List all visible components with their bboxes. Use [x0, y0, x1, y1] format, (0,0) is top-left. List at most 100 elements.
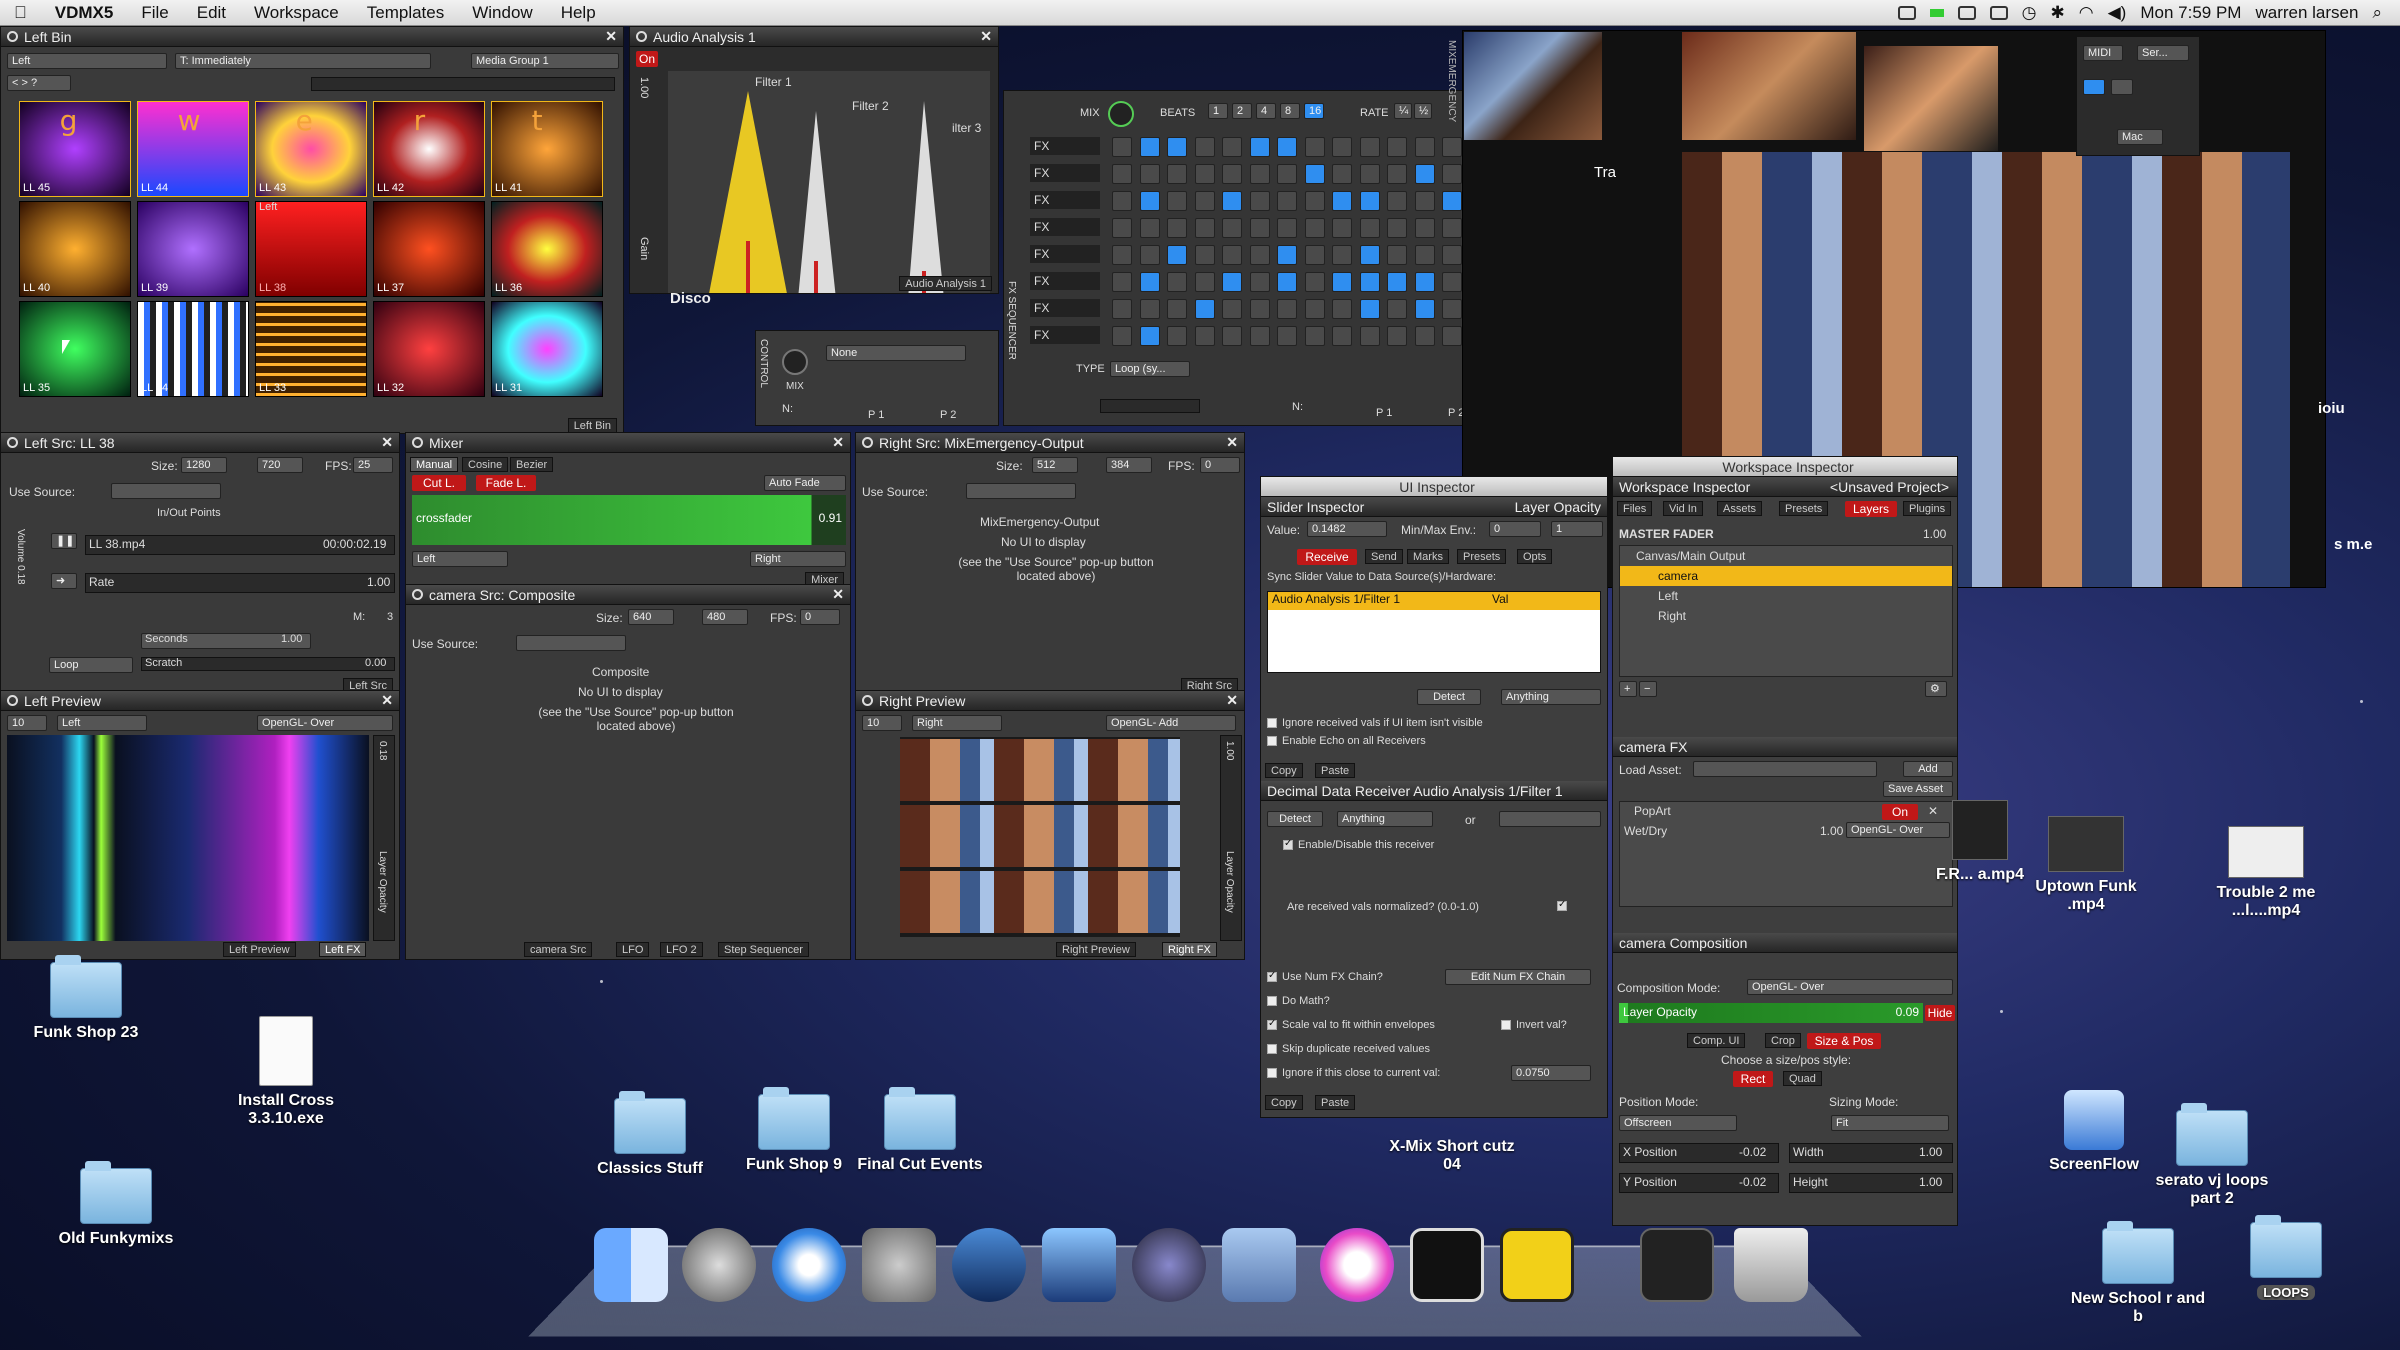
camera-src-fps-field[interactable]: 0 [800, 609, 840, 625]
ws-tab-assets[interactable]: Assets [1717, 501, 1763, 516]
sequencer-step[interactable] [1112, 245, 1132, 265]
tab-opts[interactable]: Opts [1517, 549, 1553, 564]
photo-booth-icon[interactable] [1132, 1228, 1206, 1302]
sequencer-step[interactable] [1249, 191, 1270, 211]
sequencer-step[interactable] [1304, 272, 1325, 292]
sequencer-step[interactable] [1414, 245, 1435, 265]
sequencer-step[interactable] [1332, 218, 1352, 238]
sequencer-step[interactable] [1387, 218, 1407, 238]
clip-thumbnail[interactable]: LL 33 [255, 301, 367, 397]
invert-checkbox[interactable] [1501, 1020, 1511, 1031]
close-threshold-field[interactable]: 0.0750 [1511, 1065, 1591, 1081]
ws-tab-layers[interactable]: Layers [1845, 501, 1897, 517]
tree-item-camera[interactable]: camera [1620, 566, 1952, 586]
tab-camera-src[interactable]: camera Src [524, 942, 593, 957]
sequencer-step[interactable] [1277, 164, 1297, 184]
rate-direction-button[interactable]: ➜ [51, 573, 77, 589]
crossfader-slider[interactable]: crossfader 0.91 [412, 495, 846, 545]
sequencer-step[interactable] [1222, 299, 1242, 319]
sequencer-step[interactable] [1304, 299, 1325, 319]
beats-button[interactable]: 8 [1280, 103, 1300, 119]
screen-icon[interactable] [1957, 5, 1976, 20]
tab-size-pos[interactable]: Size & Pos [1807, 1033, 1881, 1049]
add-asset-button[interactable]: Add [1903, 761, 1953, 777]
close-icon[interactable]: ✕ [381, 434, 393, 451]
fx-row-label[interactable]: FX [1030, 326, 1100, 344]
audio-on-button[interactable]: On [636, 51, 658, 67]
sequencer-step[interactable] [1304, 191, 1325, 211]
sequencer-step[interactable] [1139, 272, 1160, 292]
clip-thumbnail[interactable]: LL 37 [373, 201, 485, 297]
sequencer-step[interactable] [1277, 272, 1297, 292]
sequencer-step[interactable] [1112, 299, 1132, 319]
time-machine-icon[interactable]: ◷ [2022, 3, 2037, 23]
bluetooth-icon[interactable]: ✱ [2051, 3, 2065, 23]
tab-lfo[interactable]: LFO [616, 942, 650, 957]
tab-marks[interactable]: Marks [1407, 549, 1449, 564]
camera-status-icon[interactable] [1897, 5, 1916, 20]
decimal-copy-button[interactable]: Copy [1265, 1095, 1303, 1110]
midi-button[interactable]: MIDI [2083, 45, 2123, 61]
right-preview-zoom[interactable]: 10 [862, 715, 902, 731]
sequencer-step[interactable] [1304, 326, 1325, 346]
sequencer-step[interactable] [1359, 191, 1380, 211]
sequencer-step[interactable] [1442, 245, 1462, 265]
mail-icon[interactable] [1222, 1228, 1296, 1302]
sequencer-step[interactable] [1414, 137, 1435, 157]
sequencer-step[interactable] [1442, 218, 1462, 238]
sequencer-step[interactable] [1194, 299, 1215, 319]
sequencer-step[interactable] [1112, 164, 1132, 184]
sequencer-step[interactable] [1167, 326, 1187, 346]
menu-workspace[interactable]: Workspace [240, 3, 353, 23]
left-preview-zoom[interactable]: 10 [7, 715, 47, 731]
rect-button[interactable]: Rect [1733, 1071, 1773, 1087]
safari-icon[interactable] [772, 1228, 846, 1302]
tab-right-fx[interactable]: Right FX [1162, 942, 1217, 957]
layer-opacity-slider[interactable]: Layer Opacity 0.09 [1619, 1003, 1923, 1023]
sequencer-step[interactable] [1442, 137, 1462, 157]
desktop-folder-old-funkymixs[interactable]: Old Funkymixs [46, 1161, 186, 1248]
receiver-list[interactable]: Audio Analysis 1/Filter 1 Val [1267, 591, 1601, 673]
sequencer-position-slider[interactable] [1100, 399, 1200, 413]
mac-select[interactable]: Mac [2117, 129, 2163, 145]
clip-thumbnail[interactable]: LL 39 [137, 201, 249, 297]
decimal-paste-button[interactable]: Paste [1315, 1095, 1356, 1110]
sequencer-step[interactable] [1359, 326, 1380, 346]
sequencer-step[interactable] [1222, 137, 1242, 157]
clip-thumbnail[interactable]: LL 44 w [137, 101, 249, 197]
sequencer-step[interactable] [1414, 299, 1435, 319]
mixer-tab-manual[interactable]: Manual [410, 457, 459, 472]
sequencer-step[interactable] [1139, 299, 1160, 319]
clip-thumbnail[interactable]: LL 34 [137, 301, 249, 397]
close-icon[interactable]: ✕ [1226, 434, 1238, 451]
sequencer-step[interactable] [1277, 245, 1297, 265]
left-src-height-field[interactable]: 720 [257, 457, 303, 473]
mixer-tab-cosine[interactable]: Cosine [462, 457, 509, 472]
tab-comp-ui[interactable]: Comp. UI [1687, 1033, 1746, 1048]
clip-thumbnail[interactable]: LL 41 t [491, 101, 603, 197]
user-name[interactable]: warren larsen [2255, 3, 2358, 23]
tree-item-canvas[interactable]: Canvas/Main Output [1620, 546, 1952, 566]
sequencer-step[interactable] [1359, 299, 1380, 319]
clip-thumbnail[interactable]: LL 40 [19, 201, 131, 297]
sequencer-step[interactable] [1332, 137, 1352, 157]
sequencer-step[interactable] [1249, 245, 1270, 265]
view-button[interactable] [2111, 79, 2133, 95]
sequencer-step[interactable] [1139, 137, 1160, 157]
play-pause-button[interactable]: ❚❚ [51, 533, 77, 549]
menu-edit[interactable]: Edit [183, 3, 240, 23]
ignoreclose-checkbox[interactable] [1267, 1068, 1277, 1079]
sequencer-step[interactable] [1167, 137, 1187, 157]
sequencer-step[interactable] [1414, 191, 1435, 211]
close-icon[interactable]: ✕ [381, 692, 393, 709]
sequencer-step[interactable] [1277, 218, 1297, 238]
sequencer-step[interactable] [1304, 164, 1325, 184]
numfx-checkbox[interactable] [1267, 970, 1277, 983]
desktop-folder-serato-vj[interactable]: serato vj loops part 2 [2142, 1103, 2282, 1208]
ignore-visible-checkbox[interactable] [1267, 718, 1277, 729]
beats-button[interactable]: 2 [1232, 103, 1252, 119]
clip-thumbnail[interactable]: LL 42 r [373, 101, 485, 197]
normalized-checkbox[interactable] [1557, 899, 1567, 911]
fx-row-label[interactable]: FX [1030, 272, 1100, 290]
right-src-width-field[interactable]: 512 [1032, 457, 1078, 473]
